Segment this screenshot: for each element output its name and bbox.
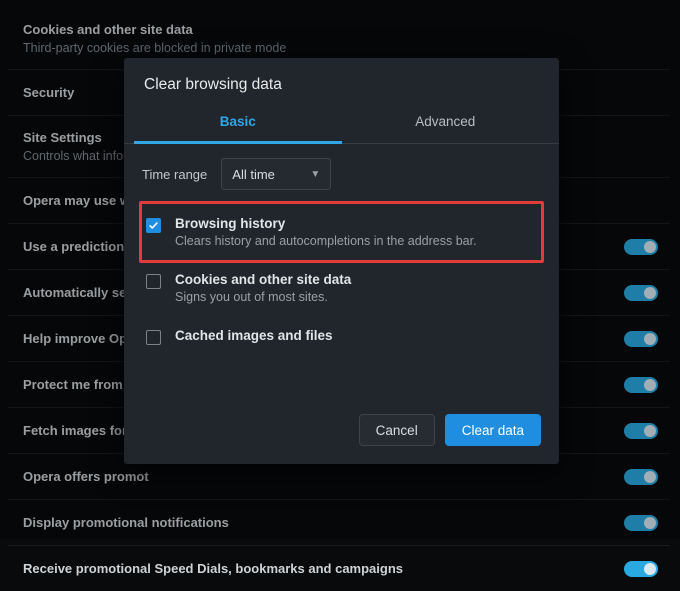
- dialog-tabs: Basic Advanced: [124, 102, 559, 144]
- clear-option[interactable]: Cached images and files: [142, 316, 541, 357]
- cancel-button[interactable]: Cancel: [359, 414, 435, 446]
- settings-row-title: Receive promotional Speed Dials, bookmar…: [23, 561, 403, 576]
- checkbox[interactable]: [146, 218, 161, 233]
- time-range-value: All time: [232, 167, 275, 182]
- checkbox[interactable]: [146, 274, 161, 289]
- clear-option[interactable]: Browsing history Clears history and autoc…: [139, 201, 544, 263]
- clear-option-desc: Clears history and autocompletions in th…: [175, 234, 477, 248]
- tab-advanced[interactable]: Advanced: [342, 102, 550, 143]
- time-range-select[interactable]: All time ▼: [221, 158, 331, 190]
- dialog-body: Time range All time ▼ Browsing history Cl…: [124, 144, 559, 400]
- checkbox[interactable]: [146, 330, 161, 345]
- settings-row[interactable]: Receive promotional Speed Dials, bookmar…: [8, 545, 670, 591]
- clear-option-text: Cached images and files: [175, 328, 333, 343]
- dialog-actions: Cancel Clear data: [124, 400, 559, 464]
- clear-browsing-data-dialog: Clear browsing data Basic Advanced Time …: [124, 58, 559, 464]
- dialog-title: Clear browsing data: [124, 58, 559, 102]
- clear-option-text: Cookies and other site data Signs you out…: [175, 272, 351, 304]
- chevron-down-icon: ▼: [310, 169, 320, 180]
- clear-option-desc: Signs you out of most sites.: [175, 290, 351, 304]
- clear-option[interactable]: Cookies and other site data Signs you out…: [142, 260, 541, 316]
- clear-option-title: Cookies and other site data: [175, 272, 351, 287]
- clear-data-button[interactable]: Clear data: [445, 414, 541, 446]
- clear-option-text: Browsing history Clears history and autoc…: [175, 216, 477, 248]
- clear-option-title: Browsing history: [175, 216, 477, 231]
- settings-row-text: Receive promotional Speed Dials, bookmar…: [23, 561, 403, 576]
- tab-basic[interactable]: Basic: [134, 102, 342, 144]
- toggle-switch[interactable]: [624, 561, 658, 577]
- check-icon: [148, 220, 159, 231]
- time-range-row: Time range All time ▼: [142, 158, 541, 190]
- clear-option-title: Cached images and files: [175, 328, 333, 343]
- time-range-label: Time range: [142, 167, 207, 182]
